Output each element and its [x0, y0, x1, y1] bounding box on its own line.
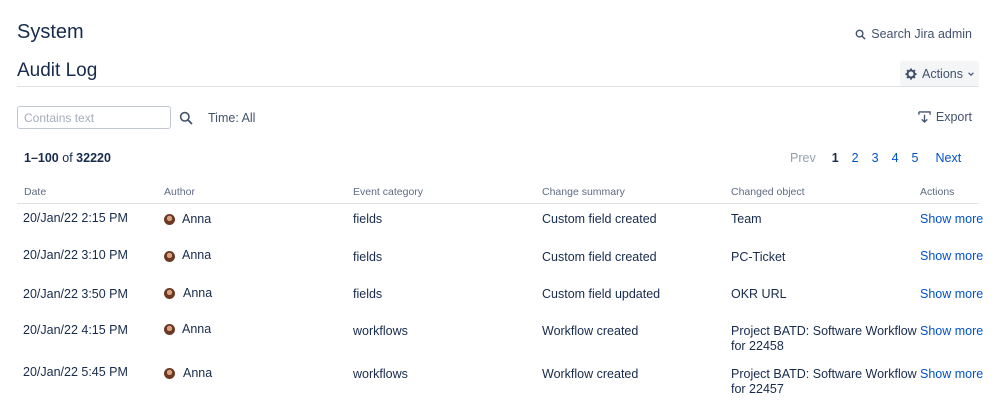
row-author[interactable]: Anna — [182, 321, 211, 337]
row-author[interactable]: Anna — [183, 285, 212, 301]
actions-button[interactable]: Actions — [900, 61, 979, 86]
row-summary: Custom field updated — [542, 287, 661, 301]
export-label: Export — [935, 110, 972, 124]
show-more-button[interactable]: Show more — [920, 249, 983, 263]
row-category: fields — [353, 212, 383, 226]
avatar — [164, 251, 175, 262]
show-more-button[interactable]: Show more — [920, 212, 983, 226]
header-divider — [17, 86, 979, 87]
row-object: PC-Ticket — [731, 250, 786, 264]
page-3-button[interactable]: 3 — [872, 151, 879, 165]
row-object: OKR URL — [731, 287, 787, 301]
search-icon[interactable] — [179, 111, 193, 125]
actions-label: Actions — [922, 66, 963, 81]
avatar — [164, 368, 175, 379]
row-object-line-1: Project BATD: Software Workflow — [731, 367, 917, 381]
export-icon — [918, 110, 931, 123]
row-category: workflows — [353, 324, 408, 338]
page-1-button[interactable]: 1 — [832, 151, 839, 165]
page-2-button[interactable]: 2 — [852, 151, 859, 165]
page-4-button[interactable]: 4 — [892, 151, 899, 165]
results-count: 1–100 of 32220 — [24, 151, 111, 165]
results-range: 1–100 — [24, 151, 59, 165]
search-jira-admin-label: Search Jira admin — [871, 27, 972, 41]
show-more-button[interactable]: Show more — [920, 367, 983, 381]
row-summary: Custom field created — [542, 250, 657, 264]
column-header-changed-object[interactable]: Changed object — [731, 186, 805, 198]
row-summary: Custom field created — [542, 212, 657, 226]
column-header-change-summary[interactable]: Change summary — [542, 186, 625, 198]
search-icon — [855, 29, 866, 40]
column-header-event-category[interactable]: Event category — [353, 186, 423, 198]
page-title: Audit Log — [17, 60, 98, 81]
row-author[interactable]: Anna — [183, 365, 212, 381]
page-5-button[interactable]: 5 — [912, 151, 919, 165]
export-button[interactable]: Export — [918, 110, 972, 124]
avatar — [164, 288, 175, 299]
gear-icon — [905, 67, 917, 80]
row-summary: Workflow created — [542, 324, 639, 338]
row-date: 20/Jan/22 5:45 PM — [23, 365, 128, 379]
row-object-line-2: for 22458 — [731, 339, 784, 353]
avatar — [164, 324, 175, 335]
table-header-divider — [17, 203, 979, 204]
prev-page-button[interactable]: Prev — [790, 151, 816, 165]
row-object-line-2: for 22457 — [731, 382, 784, 396]
column-header-date[interactable]: Date — [24, 186, 46, 198]
row-date: 20/Jan/22 3:10 PM — [23, 248, 128, 262]
row-category: workflows — [353, 367, 408, 381]
column-header-actions: Actions — [920, 186, 955, 198]
row-object-line-1: Project BATD: Software Workflow — [731, 324, 917, 338]
avatar — [164, 214, 175, 225]
show-more-button[interactable]: Show more — [920, 287, 983, 301]
time-filter[interactable]: Time: All — [208, 111, 255, 125]
results-total: 32220 — [76, 151, 111, 165]
row-date: 20/Jan/22 3:50 PM — [23, 287, 128, 301]
row-date: 20/Jan/22 2:15 PM — [23, 211, 128, 225]
column-header-author[interactable]: Author — [164, 186, 195, 198]
results-of: of — [62, 151, 73, 165]
row-object: Team — [731, 212, 762, 226]
search-jira-admin-link[interactable]: Search Jira admin — [855, 27, 972, 41]
row-date: 20/Jan/22 4:15 PM — [23, 323, 128, 337]
pagination: Prev 1 2 3 4 5 Next — [790, 151, 961, 165]
row-author[interactable]: Anna — [182, 211, 211, 227]
show-more-button[interactable]: Show more — [920, 324, 983, 338]
search-input[interactable] — [17, 106, 171, 129]
row-author[interactable]: Anna — [182, 247, 211, 263]
row-category: fields — [353, 287, 383, 301]
row-category: fields — [353, 250, 383, 264]
section-title: System — [17, 21, 84, 43]
next-page-button[interactable]: Next — [935, 151, 961, 165]
chevron-down-icon — [968, 71, 974, 76]
row-summary: Workflow created — [542, 367, 639, 381]
